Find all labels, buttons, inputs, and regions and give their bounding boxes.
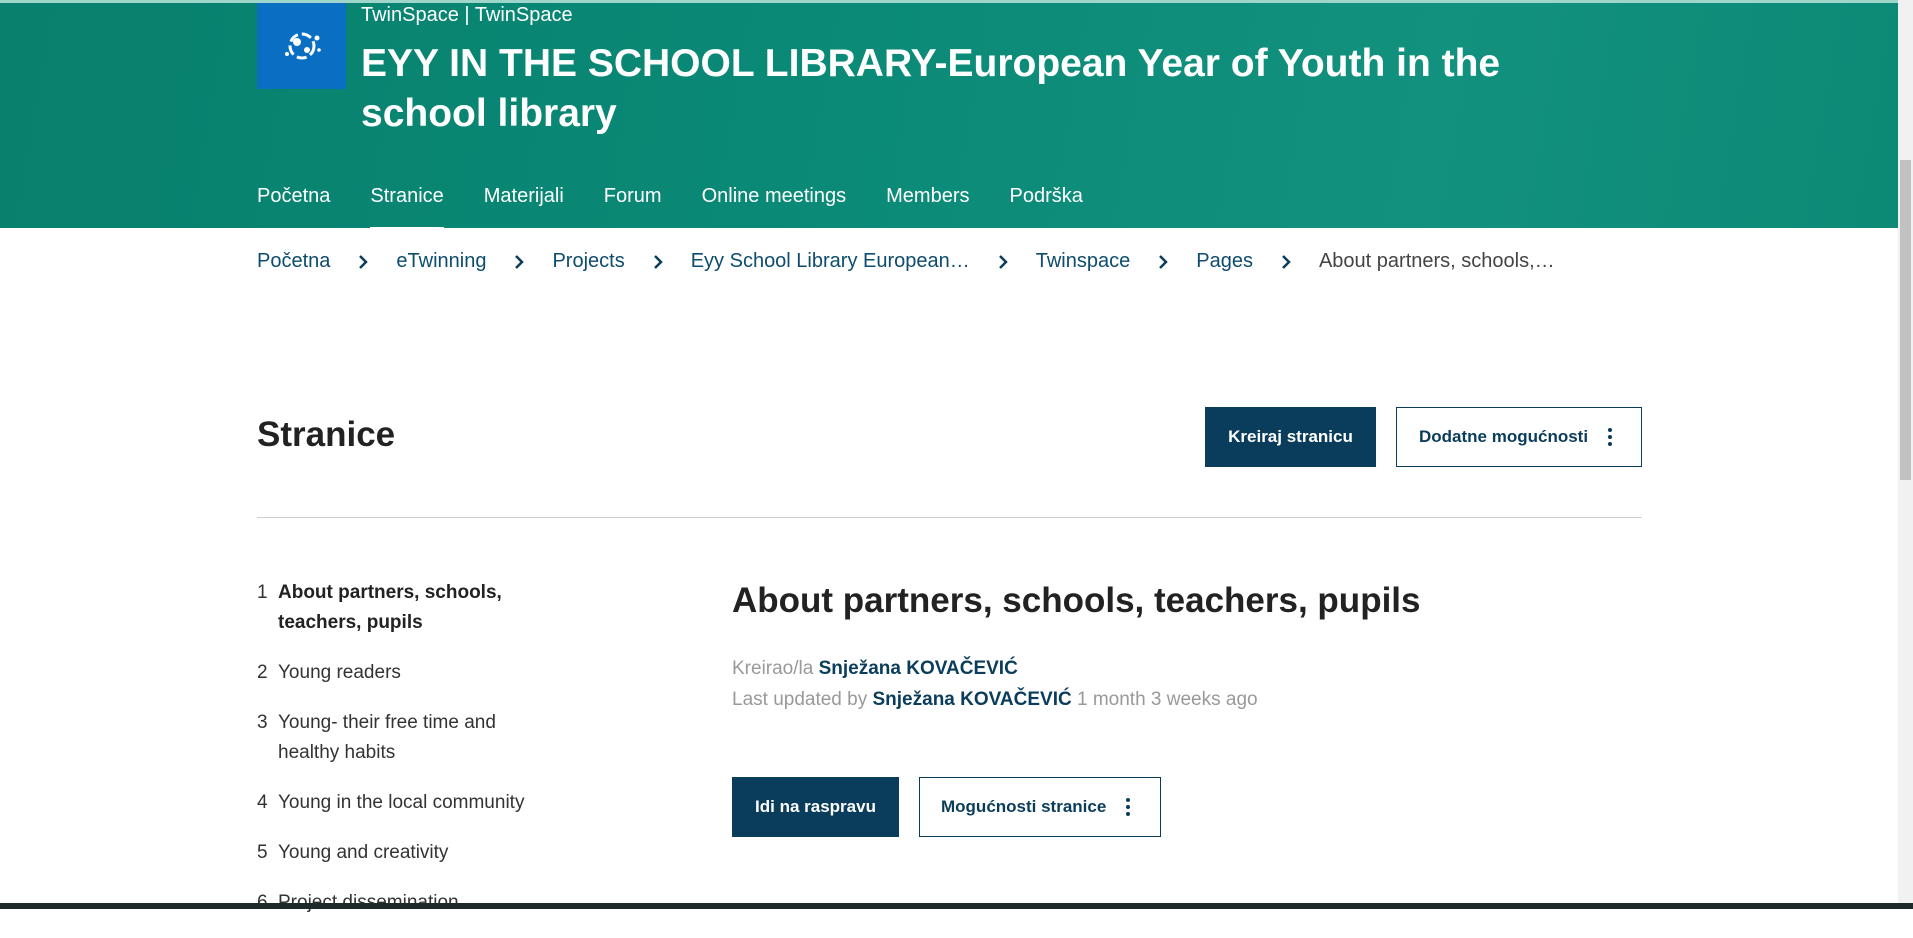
breadcrumb-item[interactable]: Početna [257,250,330,273]
list-item-label: Young and creativity [278,842,449,863]
breadcrumb: Početna eTwinning Projects Eyy School Li… [257,250,1555,273]
list-item-label: About partners, schools, teachers, pupil… [278,582,502,633]
list-item-number: 4 [257,792,268,813]
nav-item-stranice[interactable]: Stranice [370,171,445,231]
page-title: Stranice [257,415,396,454]
go-to-discussion-button[interactable]: Idi na raspravu [732,777,899,837]
kebab-menu-icon [1608,428,1613,446]
chevron-right-icon [358,254,369,269]
create-page-button[interactable]: Kreiraj stranicu [1205,407,1376,467]
chevron-right-icon [653,254,663,269]
list-item-number: 3 [257,712,268,733]
page-options-button[interactable]: Mogućnosti stranice [919,777,1161,837]
breadcrumb-item[interactable]: Projects [552,250,624,273]
list-item-number: 1 [257,582,268,603]
pages-list: 1 About partners, schools, teachers, pup… [257,578,557,938]
scrollbar-thumb[interactable] [1900,160,1911,480]
chevron-right-icon [1281,254,1291,269]
site-subtitle[interactable]: TwinSpace | TwinSpace [361,3,573,27]
site-title[interactable]: EYY IN THE SCHOOL LIBRARY-European Year … [361,39,1621,139]
taskbar [0,903,1913,909]
list-item-label: Young- their free time and healthy habit… [278,712,496,763]
list-item[interactable]: 2 Young readers [257,658,557,688]
content-title: About partners, schools, teachers, pupil… [732,581,1421,620]
site-header: TwinSpace | TwinSpace EYY IN THE SCHOOL … [0,0,1898,231]
more-options-button[interactable]: Dodatne mogućnosti [1396,407,1642,467]
list-item[interactable]: 5 Young and creativity [257,838,557,868]
nav-item-materijali[interactable]: Materijali [484,171,564,231]
page-options-label: Mogućnosti stranice [941,797,1107,816]
chevron-right-icon [514,254,525,269]
nav-item-forum[interactable]: Forum [604,171,662,231]
list-item-number: 2 [257,662,268,683]
list-item-label: Young in the local community [278,792,525,813]
breadcrumb-item[interactable]: eTwinning [396,250,486,273]
breadcrumb-item[interactable]: Pages [1196,250,1253,273]
updated-label: Last updated by [732,689,868,710]
nav-item-online-meetings[interactable]: Online meetings [702,171,847,231]
chevron-right-icon [998,254,1008,269]
list-item-number: 5 [257,842,268,863]
divider [257,517,1642,518]
main-nav: Početna Stranice Materijali Forum Online… [257,171,1083,231]
kebab-menu-icon [1126,798,1131,816]
updated-by-link[interactable]: Snježana KOVAČEVIĆ [873,689,1072,710]
chevron-right-icon [1158,254,1169,269]
list-item[interactable]: 3 Young- their free time and healthy hab… [257,708,557,768]
breadcrumb-current: About partners, schools,… [1318,250,1555,272]
created-by-link[interactable]: Snježana KOVAČEVIĆ [819,658,1018,679]
nav-item-pocetna[interactable]: Početna [257,171,330,231]
etwinning-logo-icon[interactable] [257,3,346,89]
nav-item-podrska[interactable]: Podrška [1009,171,1082,231]
breadcrumb-item[interactable]: Eyy School Library European… [691,250,970,273]
more-options-label: Dodatne mogućnosti [1419,427,1589,446]
page-meta: Kreirao/la Snježana KOVAČEVIĆ Last updat… [732,653,1258,715]
list-item-label: Young readers [278,662,401,683]
updated-ago: 1 month 3 weeks ago [1076,689,1258,710]
list-item[interactable]: 4 Young in the local community [257,788,557,818]
list-item[interactable]: 1 About partners, schools, teachers, pup… [257,578,557,638]
created-label: Kreirao/la [732,658,814,679]
breadcrumb-item[interactable]: Twinspace [1036,250,1131,273]
nav-item-members[interactable]: Members [886,171,969,231]
vertical-scrollbar[interactable] [1898,0,1913,909]
